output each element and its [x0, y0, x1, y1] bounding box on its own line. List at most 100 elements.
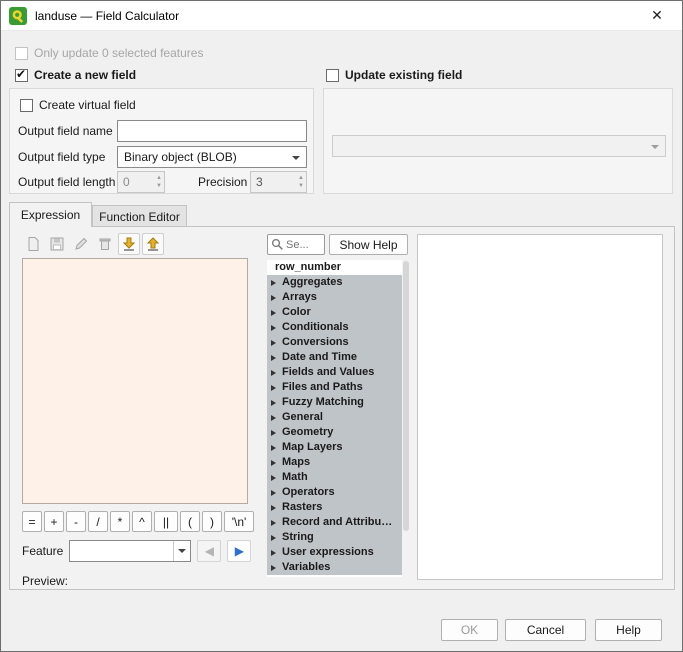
expander-icon[interactable] [271, 400, 276, 406]
list-item-label: Files and Paths [282, 380, 363, 395]
show-help-button[interactable]: Show Help [329, 234, 408, 255]
function-group-rasters[interactable]: Rasters [267, 500, 402, 515]
operator-close-paren[interactable]: ) [202, 511, 222, 532]
expander-icon[interactable] [271, 310, 276, 316]
function-group-math[interactable]: Math [267, 470, 402, 485]
list-item-label: Fuzzy Matching [282, 395, 364, 410]
function-list-scrollbar[interactable] [402, 260, 410, 577]
function-search-input[interactable] [286, 239, 322, 251]
cancel-button[interactable]: Cancel [505, 619, 586, 641]
tab-expression[interactable]: Expression [9, 202, 92, 227]
function-group-date-and-time[interactable]: Date and Time [267, 350, 402, 365]
function-group-fuzzy-matching[interactable]: Fuzzy Matching [267, 395, 402, 410]
expander-icon[interactable] [271, 550, 276, 556]
feature-row: Feature ◀ ▶ [22, 540, 251, 562]
operator-equals[interactable]: = [22, 511, 42, 532]
expander-icon[interactable] [271, 475, 276, 481]
operator-open-paren[interactable]: ( [180, 511, 200, 532]
function-group-aggregates[interactable]: Aggregates [267, 275, 402, 290]
help-button[interactable]: Help [595, 619, 662, 641]
operator-concat[interactable]: || [154, 511, 178, 532]
ok-button[interactable]: OK [441, 619, 498, 641]
field-calculator-dialog: landuse — Field Calculator ✕ Only update… [0, 0, 683, 652]
create-virtual-field-checkbox[interactable]: Create virtual field [20, 98, 136, 112]
expander-icon[interactable] [271, 445, 276, 451]
expander-icon[interactable] [271, 295, 276, 301]
function-group-color[interactable]: Color [267, 305, 402, 320]
new-expression-button[interactable] [22, 233, 44, 255]
tab-function-editor-label: Function Editor [99, 210, 180, 224]
edit-expression-button[interactable] [70, 233, 92, 255]
save-expression-button[interactable] [46, 233, 68, 255]
expander-icon[interactable] [271, 370, 276, 376]
output-field-type-select[interactable]: Binary object (BLOB) [117, 146, 307, 168]
function-group-operators[interactable]: Operators [267, 485, 402, 500]
create-new-field-checkbox[interactable]: Create a new field [15, 68, 136, 82]
expression-editor[interactable] [22, 258, 248, 504]
function-group-user-expressions[interactable]: User expressions [267, 545, 402, 560]
only-update-checkbox: Only update 0 selected features [15, 46, 203, 60]
operator-newline[interactable]: '\n' [224, 511, 254, 532]
list-item-label: Arrays [282, 290, 317, 305]
existing-field-select [332, 135, 666, 157]
operator-minus[interactable]: - [66, 511, 86, 532]
precision-spinner: 3 ▲▼ [250, 171, 307, 193]
function-group-geometry[interactable]: Geometry [267, 425, 402, 440]
titlebar: landuse — Field Calculator ✕ [1, 1, 682, 31]
function-list: row_number Aggregates Arrays Color Condi… [267, 260, 410, 577]
function-list-item-row-number[interactable]: row_number [267, 260, 402, 275]
function-group-string[interactable]: String [267, 530, 402, 545]
list-item-label: Aggregates [282, 275, 343, 290]
operator-divide[interactable]: / [88, 511, 108, 532]
output-field-name-input[interactable] [117, 120, 307, 142]
expander-icon[interactable] [271, 535, 276, 541]
delete-expression-button[interactable] [94, 233, 116, 255]
function-group-record-and-attributes[interactable]: Record and Attribu… [267, 515, 402, 530]
checkbox-box [326, 69, 339, 82]
chevron-down-icon[interactable] [173, 541, 190, 561]
function-group-variables[interactable]: Variables [267, 560, 402, 575]
list-item-label: Conditionals [282, 320, 349, 335]
expander-icon[interactable] [271, 325, 276, 331]
expander-icon[interactable] [271, 520, 276, 526]
create-virtual-field-label: Create virtual field [39, 98, 136, 112]
function-search-box[interactable] [267, 234, 325, 255]
previous-feature-button: ◀ [197, 540, 221, 562]
expander-icon[interactable] [271, 565, 276, 571]
feature-select[interactable] [69, 540, 191, 562]
list-item-label: Rasters [282, 500, 322, 515]
function-group-files-and-paths[interactable]: Files and Paths [267, 380, 402, 395]
tab-function-editor[interactable]: Function Editor [92, 205, 187, 227]
qgis-icon [9, 7, 27, 25]
expander-icon[interactable] [271, 460, 276, 466]
function-group-maps[interactable]: Maps [267, 455, 402, 470]
function-group-fields-and-values[interactable]: Fields and Values [267, 365, 402, 380]
operator-multiply[interactable]: * [110, 511, 130, 532]
operator-plus[interactable]: + [44, 511, 64, 532]
scrollbar-thumb[interactable] [403, 261, 409, 531]
close-icon[interactable]: ✕ [640, 1, 674, 30]
import-expression-button[interactable] [118, 233, 140, 255]
function-group-arrays[interactable]: Arrays [267, 290, 402, 305]
expander-icon[interactable] [271, 505, 276, 511]
list-item-label: Conversions [282, 335, 349, 350]
output-field-name-label: Output field name [18, 124, 113, 138]
output-field-length-value: 0 [123, 175, 130, 189]
operator-power[interactable]: ^ [132, 511, 152, 532]
expander-icon[interactable] [271, 355, 276, 361]
next-feature-button[interactable]: ▶ [227, 540, 251, 562]
function-group-conditionals[interactable]: Conditionals [267, 320, 402, 335]
expander-icon[interactable] [271, 490, 276, 496]
checkbox-box [20, 99, 33, 112]
expander-icon[interactable] [271, 415, 276, 421]
function-group-map-layers[interactable]: Map Layers [267, 440, 402, 455]
update-existing-field-checkbox[interactable]: Update existing field [326, 68, 462, 82]
function-group-general[interactable]: General [267, 410, 402, 425]
expander-icon[interactable] [271, 430, 276, 436]
expander-icon[interactable] [271, 280, 276, 286]
expander-icon[interactable] [271, 340, 276, 346]
list-item-label: Operators [282, 485, 335, 500]
function-group-conversions[interactable]: Conversions [267, 335, 402, 350]
expander-icon[interactable] [271, 385, 276, 391]
export-expression-button[interactable] [142, 233, 164, 255]
